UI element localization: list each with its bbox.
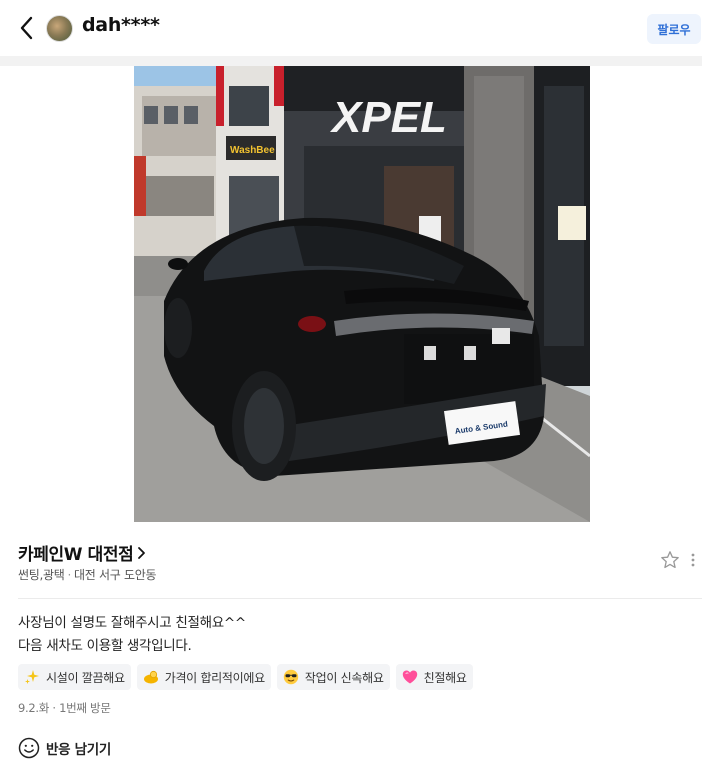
keyword-label: 작업이 신속해요 xyxy=(304,670,384,685)
washbee-sign: WashBee xyxy=(230,145,275,156)
chevron-right-icon xyxy=(138,546,146,559)
avatar[interactable] xyxy=(46,15,73,42)
car-photo-illustration: WashBee XPEL Auto & Sound xyxy=(134,66,590,522)
review-photo[interactable]: WashBee XPEL Auto & Sound xyxy=(134,66,590,522)
visit-count: 1번째 방문 xyxy=(59,701,111,715)
shop-name: 카페인W 대전점 xyxy=(18,545,134,565)
smiley-icon xyxy=(18,737,40,759)
review-line: 다음 새차도 이용할 생각입니다. xyxy=(18,638,192,654)
username[interactable]: dah**** xyxy=(82,14,160,36)
more-vertical-icon xyxy=(691,553,695,567)
shop-location: 대전 서구 도안동 xyxy=(74,568,157,582)
content-divider xyxy=(18,598,702,599)
coin-hand-icon xyxy=(143,670,158,684)
leave-reaction-label: 반응 남기기 xyxy=(46,742,111,758)
keyword-label: 가격이 합리적이에요 xyxy=(164,670,265,685)
shop-meta: 썬팅,광택 · 대전 서구 도안동 xyxy=(18,568,157,582)
visit-info: 9.2.화 · 1번째 방문 xyxy=(18,701,111,715)
keyword-tag: 가격이 합리적이에요 xyxy=(136,664,271,690)
follow-button[interactable]: 팔로우 xyxy=(647,14,701,44)
keyword-tag: 작업이 신속해요 xyxy=(276,664,390,690)
cool-face-icon xyxy=(283,669,299,685)
keyword-label: 시설이 깔끔해요 xyxy=(46,670,125,685)
shop-name-link[interactable]: 카페인W 대전점 xyxy=(18,540,147,565)
chevron-left-icon xyxy=(20,16,33,40)
visit-date: 9.2.화 xyxy=(18,701,50,715)
favorite-button[interactable] xyxy=(660,550,680,570)
keyword-label: 친절해요 xyxy=(423,670,467,685)
top-bar: dah**** 팔로우 xyxy=(0,0,702,56)
more-button[interactable] xyxy=(688,550,698,570)
sparkles-icon xyxy=(25,670,39,684)
star-icon xyxy=(661,551,679,569)
back-button[interactable] xyxy=(14,14,38,42)
section-divider xyxy=(0,56,702,66)
keyword-tag: 시설이 깔끔해요 xyxy=(18,664,131,690)
leave-reaction-button[interactable]: 반응 남기기 xyxy=(18,737,111,759)
review-line: 사장님이 설명도 잘해주시고 친절해요^^ xyxy=(18,615,246,631)
xpel-sign: XPEL xyxy=(329,93,447,142)
heart-icon xyxy=(402,670,417,684)
review-body: 사장님이 설명도 잘해주시고 친절해요^^ 다음 새차도 이용할 생각입니다. xyxy=(18,612,246,658)
keyword-tag: 친절해요 xyxy=(395,664,473,690)
keyword-tags: 시설이 깔끔해요 가격이 합리적이에요 작업이 신속해요 친절해요 xyxy=(18,664,473,690)
shop-category: 썬팅,광택 xyxy=(18,568,65,582)
